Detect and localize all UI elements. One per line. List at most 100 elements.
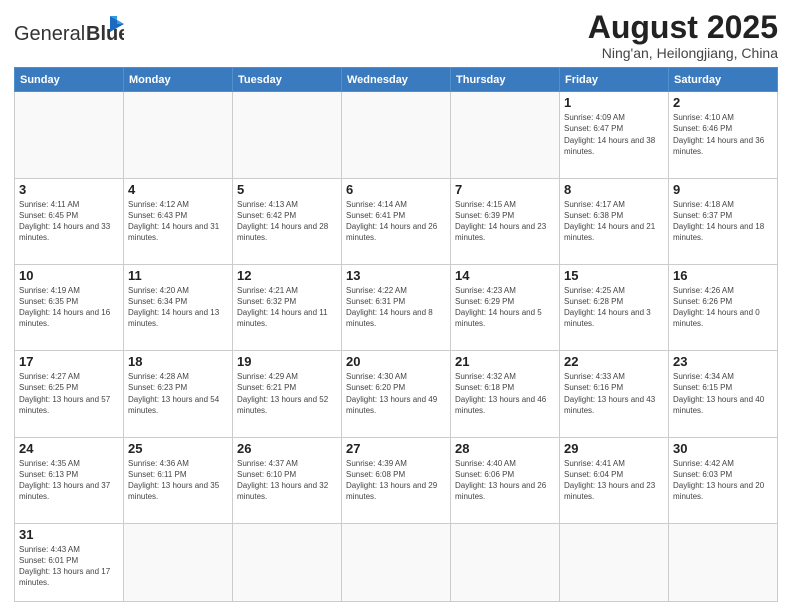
day-number: 1 <box>564 95 664 110</box>
day-number: 29 <box>564 441 664 456</box>
day-info: Sunrise: 4:21 AM Sunset: 6:32 PM Dayligh… <box>237 285 337 330</box>
calendar-cell: 19 Sunrise: 4:29 AM Sunset: 6:21 PM Dayli… <box>233 351 342 437</box>
day-number: 9 <box>673 182 773 197</box>
day-info: Sunrise: 4:18 AM Sunset: 6:37 PM Dayligh… <box>673 199 773 244</box>
day-info: Sunrise: 4:26 AM Sunset: 6:26 PM Dayligh… <box>673 285 773 330</box>
day-number: 21 <box>455 354 555 369</box>
logo: General Blue <box>14 14 124 57</box>
day-info: Sunrise: 4:30 AM Sunset: 6:20 PM Dayligh… <box>346 371 446 416</box>
svg-text:General: General <box>14 23 85 45</box>
day-number: 16 <box>673 268 773 283</box>
week-row-5: 31Sunrise: 4:43 AM Sunset: 6:01 PM Dayli… <box>15 523 778 601</box>
weekday-header-friday: Friday <box>560 68 669 92</box>
calendar-cell: 7Sunrise: 4:15 AM Sunset: 6:39 PM Daylig… <box>451 178 560 264</box>
calendar-cell: 29 Sunrise: 4:41 AM Sunset: 6:04 PM Dayli… <box>560 437 669 523</box>
header: General Blue August 2025 Ning'an, Heilon… <box>14 10 778 61</box>
calendar-cell: 27 Sunrise: 4:39 AM Sunset: 6:08 PM Dayli… <box>342 437 451 523</box>
calendar-cell: 18 Sunrise: 4:28 AM Sunset: 6:23 PM Dayli… <box>124 351 233 437</box>
day-number: 22 <box>564 354 664 369</box>
calendar-cell <box>124 92 233 178</box>
day-number: 4 <box>128 182 228 197</box>
calendar-cell: 8Sunrise: 4:17 AM Sunset: 6:38 PM Daylig… <box>560 178 669 264</box>
day-number: 8 <box>564 182 664 197</box>
logo-text: General Blue <box>14 14 124 57</box>
calendar-cell: 16 Sunrise: 4:26 AM Sunset: 6:26 PM Dayli… <box>669 264 778 350</box>
week-row-3: 17Sunrise: 4:27 AM Sunset: 6:25 PM Dayli… <box>15 351 778 437</box>
weekday-header-tuesday: Tuesday <box>233 68 342 92</box>
weekday-header-saturday: Saturday <box>669 68 778 92</box>
day-info: Sunrise: 4:10 AM Sunset: 6:46 PM Dayligh… <box>673 112 773 157</box>
day-info: Sunrise: 4:32 AM Sunset: 6:18 PM Dayligh… <box>455 371 555 416</box>
day-info: Sunrise: 4:29 AM Sunset: 6:21 PM Dayligh… <box>237 371 337 416</box>
calendar-cell <box>124 523 233 601</box>
calendar-cell: 22Sunrise: 4:33 AM Sunset: 6:16 PM Dayli… <box>560 351 669 437</box>
title-block: August 2025 Ning'an, Heilongjiang, China <box>588 10 778 61</box>
day-number: 6 <box>346 182 446 197</box>
day-number: 30 <box>673 441 773 456</box>
calendar-cell: 14Sunrise: 4:23 AM Sunset: 6:29 PM Dayli… <box>451 264 560 350</box>
week-row-2: 10Sunrise: 4:19 AM Sunset: 6:35 PM Dayli… <box>15 264 778 350</box>
day-number: 3 <box>19 182 119 197</box>
day-number: 24 <box>19 441 119 456</box>
day-info: Sunrise: 4:15 AM Sunset: 6:39 PM Dayligh… <box>455 199 555 244</box>
day-info: Sunrise: 4:20 AM Sunset: 6:34 PM Dayligh… <box>128 285 228 330</box>
calendar-cell: 11Sunrise: 4:20 AM Sunset: 6:34 PM Dayli… <box>124 264 233 350</box>
day-number: 15 <box>564 268 664 283</box>
day-number: 2 <box>673 95 773 110</box>
calendar-table: SundayMondayTuesdayWednesdayThursdayFrid… <box>14 67 778 602</box>
calendar-cell: 2 Sunrise: 4:10 AM Sunset: 6:46 PM Daylig… <box>669 92 778 178</box>
calendar-cell: 20Sunrise: 4:30 AM Sunset: 6:20 PM Dayli… <box>342 351 451 437</box>
day-info: Sunrise: 4:14 AM Sunset: 6:41 PM Dayligh… <box>346 199 446 244</box>
day-number: 13 <box>346 268 446 283</box>
day-number: 23 <box>673 354 773 369</box>
calendar-cell: 25 Sunrise: 4:36 AM Sunset: 6:11 PM Dayli… <box>124 437 233 523</box>
calendar-cell: 13 Sunrise: 4:22 AM Sunset: 6:31 PM Dayli… <box>342 264 451 350</box>
calendar-cell: 3 Sunrise: 4:11 AM Sunset: 6:45 PM Daylig… <box>15 178 124 264</box>
day-info: Sunrise: 4:37 AM Sunset: 6:10 PM Dayligh… <box>237 458 337 503</box>
calendar-cell: 10Sunrise: 4:19 AM Sunset: 6:35 PM Dayli… <box>15 264 124 350</box>
day-info: Sunrise: 4:28 AM Sunset: 6:23 PM Dayligh… <box>128 371 228 416</box>
day-number: 5 <box>237 182 337 197</box>
week-row-4: 24 Sunrise: 4:35 AM Sunset: 6:13 PM Dayli… <box>15 437 778 523</box>
day-info: Sunrise: 4:42 AM Sunset: 6:03 PM Dayligh… <box>673 458 773 503</box>
day-info: Sunrise: 4:19 AM Sunset: 6:35 PM Dayligh… <box>19 285 119 330</box>
day-info: Sunrise: 4:35 AM Sunset: 6:13 PM Dayligh… <box>19 458 119 503</box>
day-info: Sunrise: 4:34 AM Sunset: 6:15 PM Dayligh… <box>673 371 773 416</box>
day-number: 26 <box>237 441 337 456</box>
calendar-cell <box>451 523 560 601</box>
weekday-header-wednesday: Wednesday <box>342 68 451 92</box>
weekday-header-row: SundayMondayTuesdayWednesdayThursdayFrid… <box>15 68 778 92</box>
day-number: 28 <box>455 441 555 456</box>
calendar-cell: 28 Sunrise: 4:40 AM Sunset: 6:06 PM Dayli… <box>451 437 560 523</box>
day-info: Sunrise: 4:39 AM Sunset: 6:08 PM Dayligh… <box>346 458 446 503</box>
calendar-cell: 4 Sunrise: 4:12 AM Sunset: 6:43 PM Daylig… <box>124 178 233 264</box>
day-info: Sunrise: 4:36 AM Sunset: 6:11 PM Dayligh… <box>128 458 228 503</box>
day-info: Sunrise: 4:22 AM Sunset: 6:31 PM Dayligh… <box>346 285 446 330</box>
location-title: Ning'an, Heilongjiang, China <box>588 45 778 61</box>
day-info: Sunrise: 4:43 AM Sunset: 6:01 PM Dayligh… <box>19 544 119 589</box>
day-number: 18 <box>128 354 228 369</box>
day-info: Sunrise: 4:40 AM Sunset: 6:06 PM Dayligh… <box>455 458 555 503</box>
day-number: 12 <box>237 268 337 283</box>
calendar-cell: 26 Sunrise: 4:37 AM Sunset: 6:10 PM Dayli… <box>233 437 342 523</box>
day-info: Sunrise: 4:41 AM Sunset: 6:04 PM Dayligh… <box>564 458 664 503</box>
week-row-0: 1 Sunrise: 4:09 AM Sunset: 6:47 PM Daylig… <box>15 92 778 178</box>
weekday-header-sunday: Sunday <box>15 68 124 92</box>
calendar-cell <box>451 92 560 178</box>
day-number: 25 <box>128 441 228 456</box>
calendar-cell <box>560 523 669 601</box>
calendar-cell: 15 Sunrise: 4:25 AM Sunset: 6:28 PM Dayli… <box>560 264 669 350</box>
day-number: 27 <box>346 441 446 456</box>
calendar-cell: 30 Sunrise: 4:42 AM Sunset: 6:03 PM Dayli… <box>669 437 778 523</box>
calendar-cell <box>342 523 451 601</box>
month-title: August 2025 <box>588 10 778 45</box>
calendar-cell: 23 Sunrise: 4:34 AM Sunset: 6:15 PM Dayli… <box>669 351 778 437</box>
page: General Blue August 2025 Ning'an, Heilon… <box>0 0 792 612</box>
day-info: Sunrise: 4:12 AM Sunset: 6:43 PM Dayligh… <box>128 199 228 244</box>
day-number: 19 <box>237 354 337 369</box>
calendar-cell <box>342 92 451 178</box>
day-info: Sunrise: 4:09 AM Sunset: 6:47 PM Dayligh… <box>564 112 664 157</box>
day-info: Sunrise: 4:27 AM Sunset: 6:25 PM Dayligh… <box>19 371 119 416</box>
day-info: Sunrise: 4:25 AM Sunset: 6:28 PM Dayligh… <box>564 285 664 330</box>
day-info: Sunrise: 4:11 AM Sunset: 6:45 PM Dayligh… <box>19 199 119 244</box>
